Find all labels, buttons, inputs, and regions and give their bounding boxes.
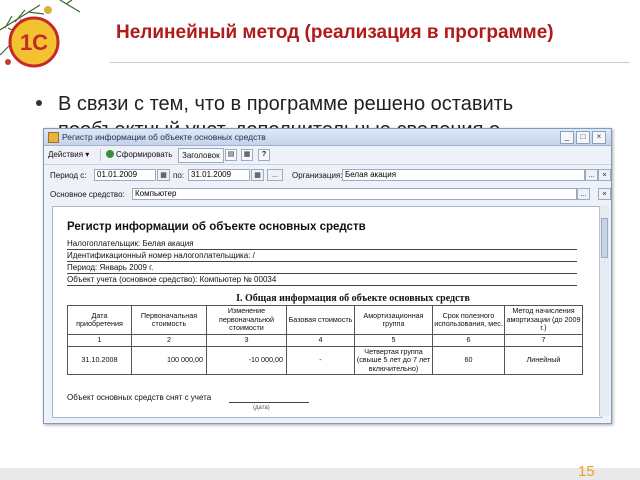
table-cell: 60 <box>432 345 505 375</box>
select-button[interactable]: ... <box>585 169 598 181</box>
toolbar: Действия ▾ Сформировать Заголовок ▤ ▦ ? <box>44 146 611 165</box>
heading-button[interactable]: Заголовок <box>178 148 224 163</box>
help-icon[interactable]: ? <box>258 149 270 161</box>
bullet-line-1: В связи с тем, что в программе решено ос… <box>58 93 514 115</box>
organization-label: Организация: <box>292 171 343 180</box>
asset-info-table: Дата приобретения Первоначальная стоимос… <box>67 305 583 375</box>
generate-label: Сформировать <box>116 150 173 159</box>
window-title: Регистр информации об объекте основных с… <box>62 132 266 142</box>
actions-menu[interactable]: Действия ▾ <box>48 148 89 161</box>
removed-date-caption: (дата) <box>253 405 270 411</box>
table-cell: 31.10.2008 <box>67 345 132 375</box>
column-header: Метод начисления амортизации (до 2009 г.… <box>504 305 583 335</box>
column-number: 5 <box>354 334 433 347</box>
maximize-button[interactable]: □ <box>576 131 590 144</box>
table-cell: -10 000,00 <box>206 345 287 375</box>
table-cell: Линейный <box>504 345 583 375</box>
period-row: Период с: ▦ по: ▦ ... Организация: ... × <box>44 167 611 185</box>
column-header: Амортизационная группа <box>354 305 433 335</box>
info-line: Объект учета (основное средство): Компью… <box>67 274 577 286</box>
table-cell: 100 000,00 <box>131 345 207 375</box>
info-line: Период: Январь 2009 г. <box>67 262 577 274</box>
page-number: 15 <box>578 463 595 480</box>
period-to-input[interactable] <box>188 169 250 181</box>
column-header: Изменение первоначальной стоимости <box>206 305 287 335</box>
column-number: 3 <box>206 334 287 347</box>
column-header: Базовая стоимость <box>286 305 355 335</box>
vertical-scrollbar[interactable] <box>599 206 609 416</box>
slide: 1С Нелинейный метод (реализация в програ… <box>0 0 640 480</box>
table-cell: - <box>286 345 355 375</box>
clear-icon[interactable]: × <box>598 188 611 200</box>
settings-icon[interactable]: ▦ <box>241 149 253 161</box>
actions-label: Действия <box>48 150 84 159</box>
window-app-icon <box>48 132 59 143</box>
title-divider <box>110 62 630 63</box>
asset-input[interactable] <box>132 188 577 200</box>
removed-label: Объект основных средств снят с учета <box>67 393 212 402</box>
1c-logo: 1С <box>8 16 60 68</box>
table-row: 31.10.2008 100 000,00 -10 000,00 - Четве… <box>67 345 583 375</box>
asset-label: Основное средство: <box>50 190 125 199</box>
period-select-button[interactable]: ... <box>267 169 283 181</box>
column-header: Срок полезного использования, мес. <box>432 305 505 335</box>
info-line: Идентификационный номер налогоплательщик… <box>67 250 577 262</box>
logo-text: 1С <box>20 30 48 55</box>
window-titlebar[interactable]: Регистр информации об объекте основных с… <box>44 129 611 146</box>
to-label: по: <box>173 171 185 180</box>
table-cell: Четвертая группа (свыше 5 лет до 7 лет в… <box>354 345 433 375</box>
column-number: 4 <box>286 334 355 347</box>
footer-bar <box>0 468 640 480</box>
column-header: Дата приобретения <box>67 305 132 335</box>
column-number: 1 <box>67 334 132 347</box>
calendar-icon[interactable]: ▦ <box>157 169 170 181</box>
bullet-icon <box>36 100 42 106</box>
column-header: Первоначальная стоимость <box>131 305 207 335</box>
period-label: Период с: <box>50 171 87 180</box>
calendar-icon[interactable]: ▦ <box>251 169 264 181</box>
organization-input[interactable] <box>342 169 585 181</box>
report-title: Регистр информации об объекте основных с… <box>67 221 366 233</box>
slide-title: Нелинейный метод (реализация в программе… <box>116 22 554 43</box>
clear-icon[interactable]: × <box>598 169 611 181</box>
report-area[interactable]: Регистр информации об объекте основных с… <box>52 206 602 418</box>
select-button[interactable]: ... <box>577 188 590 200</box>
column-number: 7 <box>504 334 583 347</box>
close-button[interactable]: × <box>592 131 606 144</box>
minimize-button[interactable]: _ <box>560 131 574 144</box>
scrollbar-thumb[interactable] <box>601 218 608 258</box>
table-header-row: Дата приобретения Первоначальная стоимос… <box>67 305 583 335</box>
chevron-down-icon: ▾ <box>85 150 90 159</box>
column-number: 6 <box>432 334 505 347</box>
info-line: Налогоплательщик: Белая акация <box>67 238 577 250</box>
column-number-row: 1 2 3 4 5 6 7 <box>67 334 583 347</box>
report-window: Регистр информации об объекте основных с… <box>43 128 612 424</box>
period-from-input[interactable] <box>94 169 156 181</box>
generate-button[interactable]: Сформировать <box>106 148 172 161</box>
asset-row: Основное средство: ... × <box>44 186 611 204</box>
run-icon <box>106 150 114 158</box>
signature-line <box>229 402 309 403</box>
toolbar-separator <box>100 149 101 161</box>
column-number: 2 <box>131 334 207 347</box>
print-icon[interactable]: ▤ <box>225 149 237 161</box>
section-title: I. Общая информация об объекте основных … <box>236 293 470 304</box>
